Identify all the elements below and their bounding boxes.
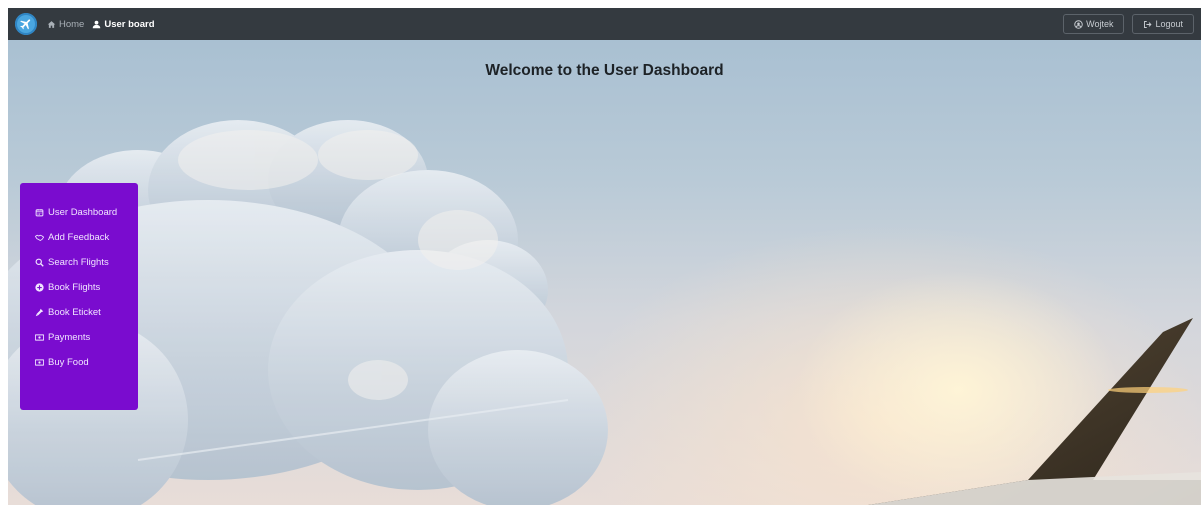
logout-label: Logout (1155, 19, 1183, 29)
sidebar-item-book-eticket[interactable]: Book Eticket (35, 307, 138, 318)
user-profile-button[interactable]: Wojtek (1063, 14, 1125, 34)
nav-userboard-link[interactable]: User board (92, 18, 155, 30)
sidebar-item-label: Search Flights (48, 257, 109, 268)
nav-home-link[interactable]: Home (47, 19, 84, 30)
sidebar-item-label: Book Eticket (48, 307, 101, 318)
nav-right-group: Wojtek Logout (1063, 14, 1194, 34)
sidebar-item-label: Add Feedback (48, 232, 110, 243)
calendar-icon (35, 209, 44, 217)
nav-userboard-label: User board (104, 18, 155, 30)
airplane-icon (20, 19, 31, 30)
sky-clouds-illustration (8, 120, 1201, 505)
sidebar-menu: User Dashboard Add Feedback Search Fligh… (20, 183, 138, 410)
user-icon (93, 20, 101, 28)
hero-background: Welcome to the User Dashboard (8, 40, 1201, 505)
user-profile-label: Wojtek (1086, 19, 1114, 29)
money-bill-icon (35, 334, 44, 341)
money-bill-icon (35, 359, 44, 366)
handshake-icon (35, 234, 44, 241)
sidebar-item-label: User Dashboard (48, 207, 118, 218)
nav-home-label: Home (59, 18, 85, 30)
sidebar-item-buy-food[interactable]: Buy Food (35, 357, 138, 368)
logout-icon (1144, 20, 1153, 28)
home-icon (47, 20, 56, 28)
page-title: Welcome to the User Dashboard (485, 62, 724, 79)
plus-circle-icon (35, 283, 44, 292)
search-icon (35, 258, 44, 267)
sidebar-item-payments[interactable]: Payments (35, 332, 138, 343)
sidebar-item-label: Payments (48, 332, 91, 343)
sidebar-item-label: Book Flights (48, 282, 101, 293)
sidebar-item-book-flights[interactable]: Book Flights (35, 282, 138, 293)
user-circle-icon (1074, 19, 1083, 29)
sidebar-item-label: Buy Food (48, 357, 89, 368)
sidebar-item-add-feedback[interactable]: Add Feedback (35, 232, 138, 243)
brand-logo[interactable] (15, 13, 37, 35)
sidebar-item-search-flights[interactable]: Search Flights (35, 257, 138, 268)
sidebar-item-user-dashboard[interactable]: User Dashboard (35, 207, 138, 218)
plug-icon (35, 308, 44, 317)
logout-button[interactable]: Logout (1132, 14, 1194, 34)
navbar: Home User board Wojtek Logout (8, 8, 1201, 40)
app-frame: Home User board Wojtek Logout Welcome to… (8, 8, 1201, 505)
